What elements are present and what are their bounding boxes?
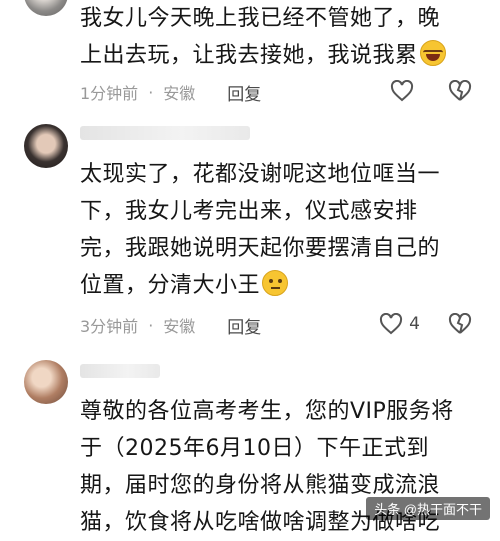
username[interactable] <box>80 126 250 140</box>
reply-button[interactable]: 回复 <box>227 313 261 338</box>
avatar[interactable] <box>24 360 68 404</box>
separator: · <box>148 315 154 335</box>
reply-button[interactable]: 回复 <box>227 80 261 105</box>
location: 安徽 <box>163 84 196 103</box>
dislike-button[interactable] <box>448 313 472 335</box>
comment-line: 下，我女儿考完出来，仪式感安排 <box>80 199 418 224</box>
dislike-button[interactable] <box>448 80 472 102</box>
comment-line: 于（2025年6月10日）下午正式到 <box>80 436 429 461</box>
timestamp: 3分钟前 <box>80 317 139 336</box>
comment-text: 太现实了，花都没谢呢这地位哐当一 下，我女儿考完出来，仪式感安排 完，我跟她说明… <box>80 156 472 304</box>
timestamp: 1分钟前 <box>80 84 139 103</box>
watermark: 头条 @热干面不干 <box>366 497 490 520</box>
broken-heart-icon <box>448 313 472 334</box>
comment-line: 太现实了，花都没谢呢这地位哐当一 <box>80 162 441 187</box>
laughing-emoji-icon <box>419 40 446 66</box>
comment-text: 我女儿今天晚上我已经不管她了，晚 上出去玩，让我去接她，我说我累 <box>80 0 472 74</box>
comment-line: 上出去玩，让我去接她，我说我累 <box>80 37 472 74</box>
broken-heart-icon <box>448 80 472 101</box>
comment-actions <box>390 80 472 102</box>
like-count: 4 <box>409 314 420 334</box>
comment-line: 我女儿今天晚上我已经不管她了，晚 <box>80 6 441 31</box>
comment-line: 位置，分清大小王 <box>80 267 472 304</box>
comment-line: 完，我跟她说明天起你要摆清自己的 <box>80 236 441 261</box>
comment-meta: 3分钟前 · 安徽 回复 <box>80 313 261 338</box>
like-button[interactable]: 4 <box>379 313 420 335</box>
comment-meta: 1分钟前 · 安徽 回复 <box>80 80 261 105</box>
comment-line-text: 位置，分清大小王 <box>80 273 261 298</box>
separator: · <box>148 82 154 102</box>
comment-line: 尊敬的各位高考考生，您的VIP服务将 <box>80 399 454 424</box>
thinking-emoji-icon <box>262 270 289 296</box>
heart-icon <box>380 313 403 335</box>
comment-line-text: 上出去玩，让我去接她，我说我累 <box>80 43 418 68</box>
comment-actions: 4 <box>379 313 472 335</box>
username[interactable] <box>80 364 160 378</box>
heart-icon <box>390 80 414 102</box>
avatar[interactable] <box>24 124 68 168</box>
like-button[interactable] <box>390 80 420 102</box>
avatar[interactable] <box>24 0 68 16</box>
location: 安徽 <box>163 317 196 336</box>
